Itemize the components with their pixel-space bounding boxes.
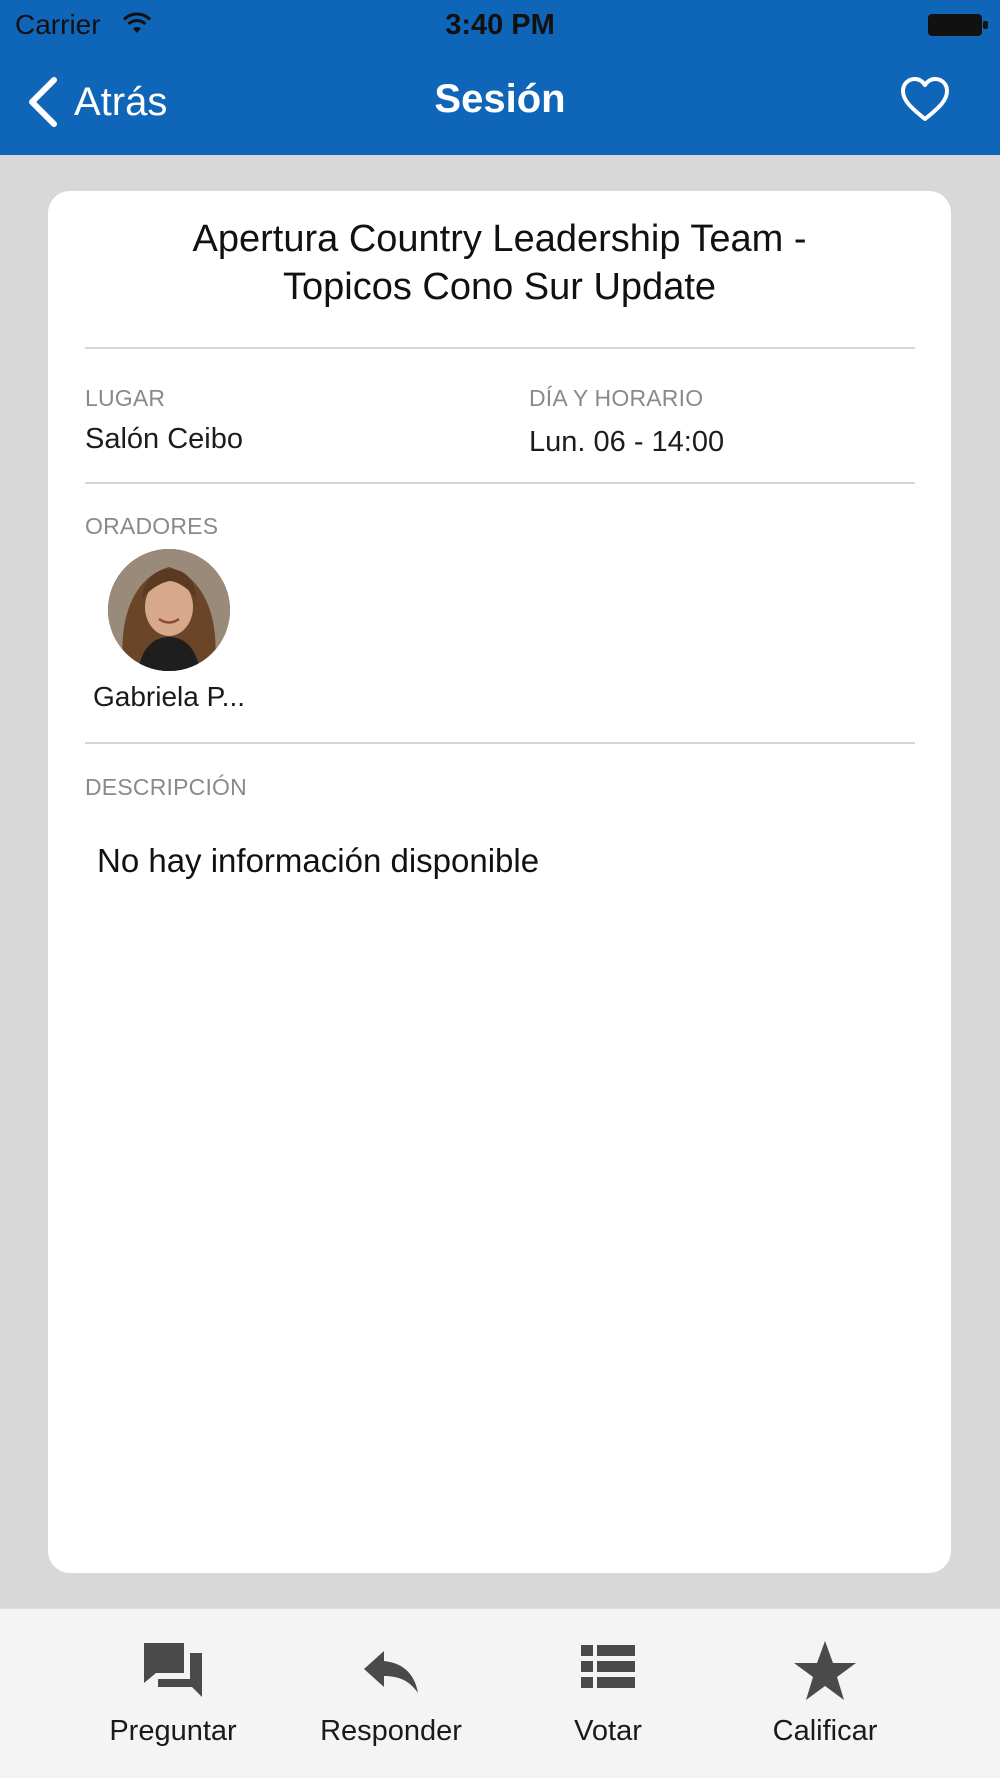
speakers-label: ORADORES (85, 513, 219, 539)
tab-label: Preguntar (109, 1715, 237, 1747)
tab-label: Responder (320, 1715, 462, 1747)
tab-label: Calificar (772, 1715, 878, 1747)
avatar (108, 549, 230, 671)
status-time: 3:40 PM (445, 9, 555, 41)
speaker-name: Gabriela P... (92, 681, 246, 712)
session-card: Apertura Country Leadership Team - Topic… (48, 191, 951, 1573)
tab-votar[interactable]: Votar (508, 1639, 708, 1769)
star-icon (794, 1641, 856, 1700)
session-title: Apertura Country Leadership Team - Topic… (78, 215, 921, 311)
divider (85, 742, 915, 744)
status-bar: Carrier 3:40 PM (0, 0, 1000, 50)
heart-icon[interactable] (900, 76, 950, 124)
bottom-tab-bar: Preguntar Responder Votar Calificar (0, 1608, 1000, 1778)
reply-icon (364, 1651, 418, 1693)
divider (85, 482, 915, 484)
tab-calificar[interactable]: Calificar (725, 1639, 925, 1769)
speaker-item[interactable]: Gabriela P... (85, 549, 253, 713)
tab-preguntar[interactable]: Preguntar (73, 1639, 273, 1769)
description-text: No hay información disponible (97, 842, 540, 879)
battery-icon (928, 14, 988, 36)
tab-responder[interactable]: Responder (291, 1639, 491, 1769)
session-title-line-2: Topicos Cono Sur Update (282, 266, 717, 308)
page-title: Sesión (434, 77, 566, 121)
session-title-line-1: Apertura Country Leadership Team - (192, 218, 807, 260)
speaker-photo (108, 549, 230, 671)
tab-label: Votar (574, 1715, 642, 1747)
description-label: DESCRIPCIÓN (85, 774, 247, 800)
divider (85, 347, 915, 349)
top-bar: Carrier 3:40 PM Atrás Sesión (0, 0, 1000, 155)
datetime-value: Lun. 06 - 14:00 (529, 426, 725, 458)
datetime-label: DÍA Y HORARIO (529, 385, 704, 411)
location-value: Salón Ceibo (85, 423, 243, 455)
list-icon (581, 1645, 635, 1688)
navigation-bar: Atrás Sesión (0, 50, 1000, 155)
location-label: LUGAR (85, 385, 166, 411)
chat-bubbles-icon (144, 1643, 202, 1697)
